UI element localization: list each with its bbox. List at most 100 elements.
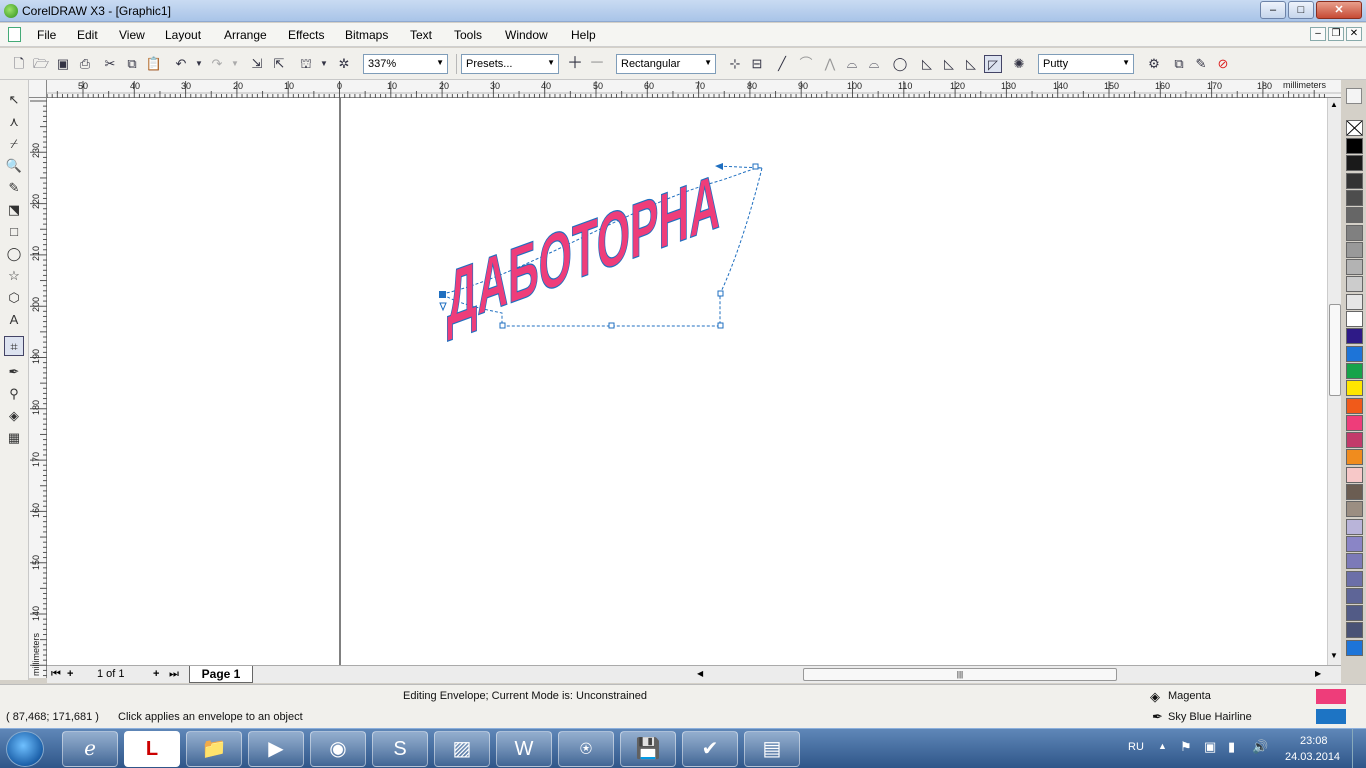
palette-swatch[interactable] — [1346, 553, 1363, 570]
redo-icon[interactable]: ↷ — [208, 55, 226, 73]
l-app-icon[interactable]: L — [124, 731, 180, 767]
welcome-screen-icon[interactable]: ✲ — [335, 55, 353, 73]
volume-icon[interactable]: 🔊 — [1252, 739, 1268, 755]
doc-close-button[interactable]: ✕ — [1346, 27, 1362, 41]
doc-minimize-button[interactable]: – — [1310, 27, 1326, 41]
palette-swatch[interactable] — [1346, 622, 1363, 639]
freehand-tool-icon[interactable]: ✎ — [4, 178, 24, 198]
export-icon[interactable]: ⇱ — [270, 55, 288, 73]
envelope-straight-line-icon[interactable]: ◯ — [891, 55, 909, 73]
envelope-text[interactable]: ДАБОТОРНА — [447, 157, 721, 344]
new-document-icon[interactable]: 🗋 — [10, 55, 28, 73]
palette-swatch[interactable] — [1346, 293, 1363, 310]
delete-preset-icon[interactable]: － — [588, 55, 606, 73]
vertical-ruler[interactable]: 230 220 210 200 190 180 170 160 150 140 … — [29, 98, 47, 678]
mapping-mode-select[interactable]: Rectangular ▼ — [616, 54, 716, 74]
coreldraw-taskbar-icon[interactable]: ✔ — [682, 731, 738, 767]
last-page-icon[interactable]: ⏭ — [169, 668, 179, 681]
palette-swatch[interactable] — [1346, 155, 1363, 172]
file-explorer-icon[interactable]: 📁 — [186, 731, 242, 767]
tab-page-1[interactable]: Page 1 — [189, 666, 253, 683]
network-icon[interactable]: ⚑ — [1180, 739, 1192, 755]
palette-swatch[interactable] — [1346, 466, 1363, 483]
envelope-single-arc-icon[interactable]: ◺ — [918, 55, 936, 73]
smart-fill-tool-icon[interactable]: ⬔ — [4, 200, 24, 220]
palette-swatch[interactable] — [1346, 397, 1363, 414]
show-hidden-icons-icon[interactable]: ▲ — [1158, 741, 1167, 751]
vertical-scrollbar[interactable]: ▲ ▼ — [1327, 98, 1341, 665]
floppy-save-icon[interactable]: 💾 — [620, 731, 676, 767]
add-page-before-icon[interactable]: + — [67, 668, 73, 680]
palette-swatch[interactable] — [1346, 224, 1363, 241]
copy-icon[interactable]: ⧉ — [123, 55, 141, 73]
skype-icon[interactable]: S — [372, 731, 428, 767]
palette-swatch[interactable] — [1346, 311, 1363, 327]
menu-tools[interactable]: Tools — [454, 28, 482, 42]
shape-tool-icon[interactable]: ⋏ — [4, 112, 24, 132]
palette-swatch[interactable] — [1346, 518, 1363, 535]
palette-swatch[interactable] — [1346, 414, 1363, 431]
palette-swatch[interactable] — [1346, 276, 1363, 293]
drawing-canvas[interactable]: ДАБОТОРНА — [47, 98, 1327, 665]
image-viewer-icon[interactable]: ▨ — [434, 731, 490, 767]
media-player-icon[interactable]: ▶ — [248, 731, 304, 767]
undo-icon[interactable]: ↶ — [172, 55, 190, 73]
ruler-corner[interactable] — [29, 80, 47, 98]
scroll-right-icon[interactable]: ▶ — [1315, 669, 1321, 678]
language-indicator[interactable]: RU — [1128, 741, 1144, 753]
palette-flyout-icon[interactable] — [1346, 88, 1362, 104]
palette-swatch[interactable] — [1346, 328, 1363, 345]
palette-swatch[interactable] — [1346, 449, 1363, 466]
convert-to-curve-icon[interactable]: ⌒ — [797, 55, 815, 73]
menu-window[interactable]: Window — [505, 28, 548, 42]
start-button[interactable] — [6, 731, 44, 767]
palette-swatch[interactable] — [1346, 259, 1363, 276]
fill-tool-icon[interactable]: ◈ — [4, 406, 24, 426]
copy-envelope-properties-icon[interactable]: ⧉ — [1170, 55, 1188, 73]
horizontal-scroll-thumb[interactable]: ||| — [803, 668, 1117, 681]
scroll-left-icon[interactable]: ◀ — [697, 669, 703, 678]
eyedropper-icon[interactable]: ✎ — [1192, 55, 1210, 73]
palette-swatch[interactable] — [1346, 345, 1363, 362]
close-button[interactable]: ✕ — [1316, 1, 1362, 19]
coreldraw-app-icon[interactable] — [4, 4, 18, 18]
palette-swatch[interactable] — [1346, 639, 1363, 656]
menu-layout[interactable]: Layout — [165, 28, 201, 42]
menu-edit[interactable]: Edit — [77, 28, 98, 42]
menu-effects[interactable]: Effects — [288, 28, 324, 42]
launcher-dropdown-icon[interactable]: ▼ — [315, 55, 333, 73]
print-icon[interactable]: ⎙ — [76, 55, 94, 73]
pick-tool-icon[interactable]: ↖ — [4, 90, 24, 110]
interactive-fill-tool-icon[interactable]: ▦ — [4, 428, 24, 448]
palette-swatch[interactable] — [1346, 138, 1363, 154]
palette-swatch[interactable] — [1346, 570, 1363, 587]
envelope-active-mode-icon[interactable]: ◸ — [984, 55, 1002, 73]
add-node-icon[interactable]: ⊹ — [726, 55, 744, 73]
convert-to-line-icon[interactable]: ╱ — [773, 55, 791, 73]
horizontal-ruler[interactable]: 50 40 30 20 10 0 10 20 30 40 50 60 70 80… — [47, 80, 1341, 98]
palette-swatch[interactable] — [1346, 535, 1363, 552]
ellipse-tool-icon[interactable]: ◯ — [4, 244, 24, 264]
import-icon[interactable]: ⇲ — [248, 55, 266, 73]
application-launcher-icon[interactable]: ⛫ — [297, 55, 315, 73]
polygon-tool-icon[interactable]: ☆ — [4, 266, 24, 286]
clock-time[interactable]: 23:08 — [1300, 735, 1328, 747]
signal-icon[interactable]: ▮ — [1228, 739, 1235, 755]
zoom-tool-icon[interactable]: 🔍 — [4, 156, 24, 176]
basic-shapes-tool-icon[interactable]: ⬡ — [4, 288, 24, 308]
menu-view[interactable]: View — [119, 28, 145, 42]
cusp-node-icon[interactable]: ⋀ — [821, 55, 839, 73]
undo-dropdown-icon[interactable]: ▼ — [190, 55, 208, 73]
palette-swatch[interactable] — [1346, 587, 1363, 604]
open-icon[interactable]: 🗁 — [32, 55, 50, 73]
smooth-node-icon[interactable]: ⌓ — [843, 55, 861, 73]
palette-swatch[interactable] — [1346, 241, 1363, 258]
scroll-up-icon[interactable]: ▲ — [1330, 100, 1338, 109]
fill-color-swatch[interactable] — [1316, 689, 1346, 704]
palette-swatch[interactable] — [1346, 605, 1363, 622]
winrar-icon[interactable]: ▤ — [744, 731, 800, 767]
eyedropper-tool-icon[interactable]: ✒ — [4, 362, 24, 382]
menu-arrange[interactable]: Arrange — [224, 28, 267, 42]
maximize-button[interactable]: □ — [1288, 1, 1314, 19]
palette-swatch[interactable] — [1346, 380, 1363, 397]
